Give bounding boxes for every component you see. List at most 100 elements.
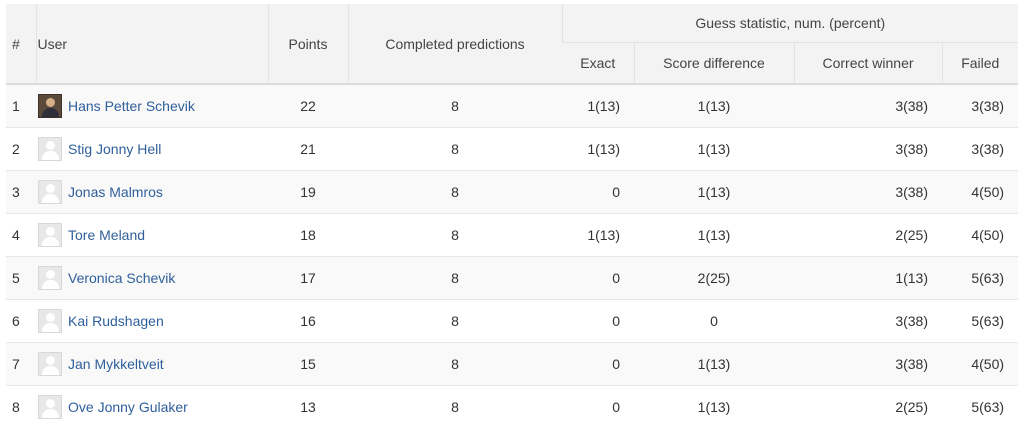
score-difference-cell: 1(13) [634, 83, 794, 128]
user-name-link[interactable]: Tore Meland [68, 227, 145, 243]
score-difference-header[interactable]: Score difference [633, 42, 794, 84]
user-cell: Veronica Schevik [36, 256, 268, 300]
leaderboard-table: # User Points Completed predictions Gues… [6, 4, 1019, 428]
default-avatar-icon[interactable] [38, 180, 62, 204]
completed-cell: 8 [348, 83, 562, 128]
rank-cell: 1 [6, 83, 36, 128]
correct-winner-cell: 3(38) [794, 342, 942, 386]
user-cell: Jonas Malmros [36, 170, 268, 214]
exact-cell: 0 [562, 299, 634, 343]
table-row: 6 Kai Rudshagen 16 8 0 0 3(38) 5(63) [6, 299, 1019, 343]
table-row: 2 Stig Jonny Hell 21 8 1(13) 1(13) 3(38) 3(38) [6, 127, 1019, 171]
default-avatar-icon[interactable] [38, 395, 62, 419]
exact-cell: 0 [562, 342, 634, 386]
user-cell: Tore Meland [36, 213, 268, 257]
exact-header[interactable]: Exact [562, 42, 634, 84]
correct-winner-cell: 3(38) [794, 299, 942, 343]
table-row: 3 Jonas Malmros 19 8 0 1(13) 3(38) 4(50) [6, 170, 1019, 214]
rank-header: # [6, 4, 36, 84]
rank-cell: 8 [6, 385, 36, 428]
rank-cell: 3 [6, 170, 36, 214]
rank-cell: 2 [6, 127, 36, 171]
rank-cell: 5 [6, 256, 36, 300]
completed-cell: 8 [348, 170, 562, 214]
exact-cell: 0 [562, 385, 634, 428]
table-header: # User Points Completed predictions Gues… [6, 4, 1019, 84]
table-row: 8 Ove Jonny Gulaker 13 8 0 1(13) 2(25) 5(63) [6, 385, 1019, 428]
correct-winner-cell: 3(38) [794, 127, 942, 171]
score-difference-cell: 1(13) [634, 385, 794, 428]
table-row: 7 Jan Mykkeltveit 15 8 0 1(13) 3(38) 4(50) [6, 342, 1019, 386]
exact-cell: 1(13) [562, 213, 634, 257]
points-cell: 19 [268, 170, 348, 214]
completed-cell: 8 [348, 385, 562, 428]
failed-header[interactable]: Failed [941, 42, 1019, 84]
score-difference-cell: 1(13) [634, 170, 794, 214]
user-cell: Stig Jonny Hell [36, 127, 268, 171]
failed-cell: 5(63) [942, 299, 1019, 343]
default-avatar-icon[interactable] [38, 309, 62, 333]
user-name-link[interactable]: Kai Rudshagen [68, 313, 164, 329]
table-row: 4 Tore Meland 18 8 1(13) 1(13) 2(25) 4(50) [6, 213, 1019, 257]
table-body: 1 Hans Petter Schevik 22 8 1(13) 1(13) 3(38) 3(… [6, 83, 1019, 428]
points-cell: 18 [268, 213, 348, 257]
exact-cell: 1(13) [562, 127, 634, 171]
completed-cell: 8 [348, 299, 562, 343]
default-avatar-icon[interactable] [38, 352, 62, 376]
user-name-link[interactable]: Veronica Schevik [68, 270, 175, 286]
points-cell: 21 [268, 127, 348, 171]
table-row: 1 Hans Petter Schevik 22 8 1(13) 1(13) 3(38) 3(… [6, 83, 1019, 128]
points-header[interactable]: Points [267, 4, 348, 84]
completed-cell: 8 [348, 342, 562, 386]
failed-cell: 5(63) [942, 256, 1019, 300]
score-difference-cell: 1(13) [634, 127, 794, 171]
exact-cell: 0 [562, 256, 634, 300]
rank-cell: 6 [6, 299, 36, 343]
score-difference-cell: 1(13) [634, 213, 794, 257]
points-cell: 15 [268, 342, 348, 386]
user-cell: Kai Rudshagen [36, 299, 268, 343]
user-name-link[interactable]: Jonas Malmros [68, 184, 163, 200]
user-name-link[interactable]: Stig Jonny Hell [68, 141, 161, 157]
user-name-link[interactable]: Ove Jonny Gulaker [68, 399, 188, 415]
correct-winner-cell: 1(13) [794, 256, 942, 300]
failed-cell: 4(50) [942, 342, 1019, 386]
exact-cell: 1(13) [562, 83, 634, 128]
completed-cell: 8 [348, 256, 562, 300]
points-cell: 13 [268, 385, 348, 428]
failed-cell: 5(63) [942, 385, 1019, 428]
rank-cell: 4 [6, 213, 36, 257]
failed-cell: 3(38) [942, 83, 1019, 128]
correct-winner-cell: 3(38) [794, 83, 942, 128]
points-cell: 16 [268, 299, 348, 343]
points-cell: 17 [268, 256, 348, 300]
leaderboard: # User Points Completed predictions Gues… [6, 4, 1019, 428]
user-photo-icon[interactable] [38, 94, 62, 118]
user-cell: Jan Mykkeltveit [36, 342, 268, 386]
correct-winner-cell: 2(25) [794, 385, 942, 428]
exact-cell: 0 [562, 170, 634, 214]
failed-cell: 4(50) [942, 213, 1019, 257]
completed-cell: 8 [348, 127, 562, 171]
table-row: 5 Veronica Schevik 17 8 0 2(25) 1(13) 5(63) [6, 256, 1019, 300]
user-name-link[interactable]: Jan Mykkeltveit [68, 356, 164, 372]
score-difference-cell: 0 [634, 299, 794, 343]
failed-cell: 4(50) [942, 170, 1019, 214]
user-cell: Hans Petter Schevik [36, 83, 268, 128]
rank-cell: 7 [6, 342, 36, 386]
completed-cell: 8 [348, 213, 562, 257]
score-difference-cell: 2(25) [634, 256, 794, 300]
user-name-link[interactable]: Hans Petter Schevik [68, 98, 195, 114]
user-cell: Ove Jonny Gulaker [36, 385, 268, 428]
correct-winner-cell: 3(38) [794, 170, 942, 214]
correct-winner-cell: 2(25) [794, 213, 942, 257]
score-difference-cell: 1(13) [634, 342, 794, 386]
completed-predictions-header[interactable]: Completed predictions [347, 4, 562, 84]
user-header[interactable]: User [35, 4, 268, 84]
correct-winner-header[interactable]: Correct winner [793, 42, 942, 84]
default-avatar-icon[interactable] [38, 223, 62, 247]
guess-statistic-header: Guess statistic, num. (percent) [561, 4, 1019, 43]
default-avatar-icon[interactable] [38, 137, 62, 161]
default-avatar-icon[interactable] [38, 266, 62, 290]
failed-cell: 3(38) [942, 127, 1019, 171]
